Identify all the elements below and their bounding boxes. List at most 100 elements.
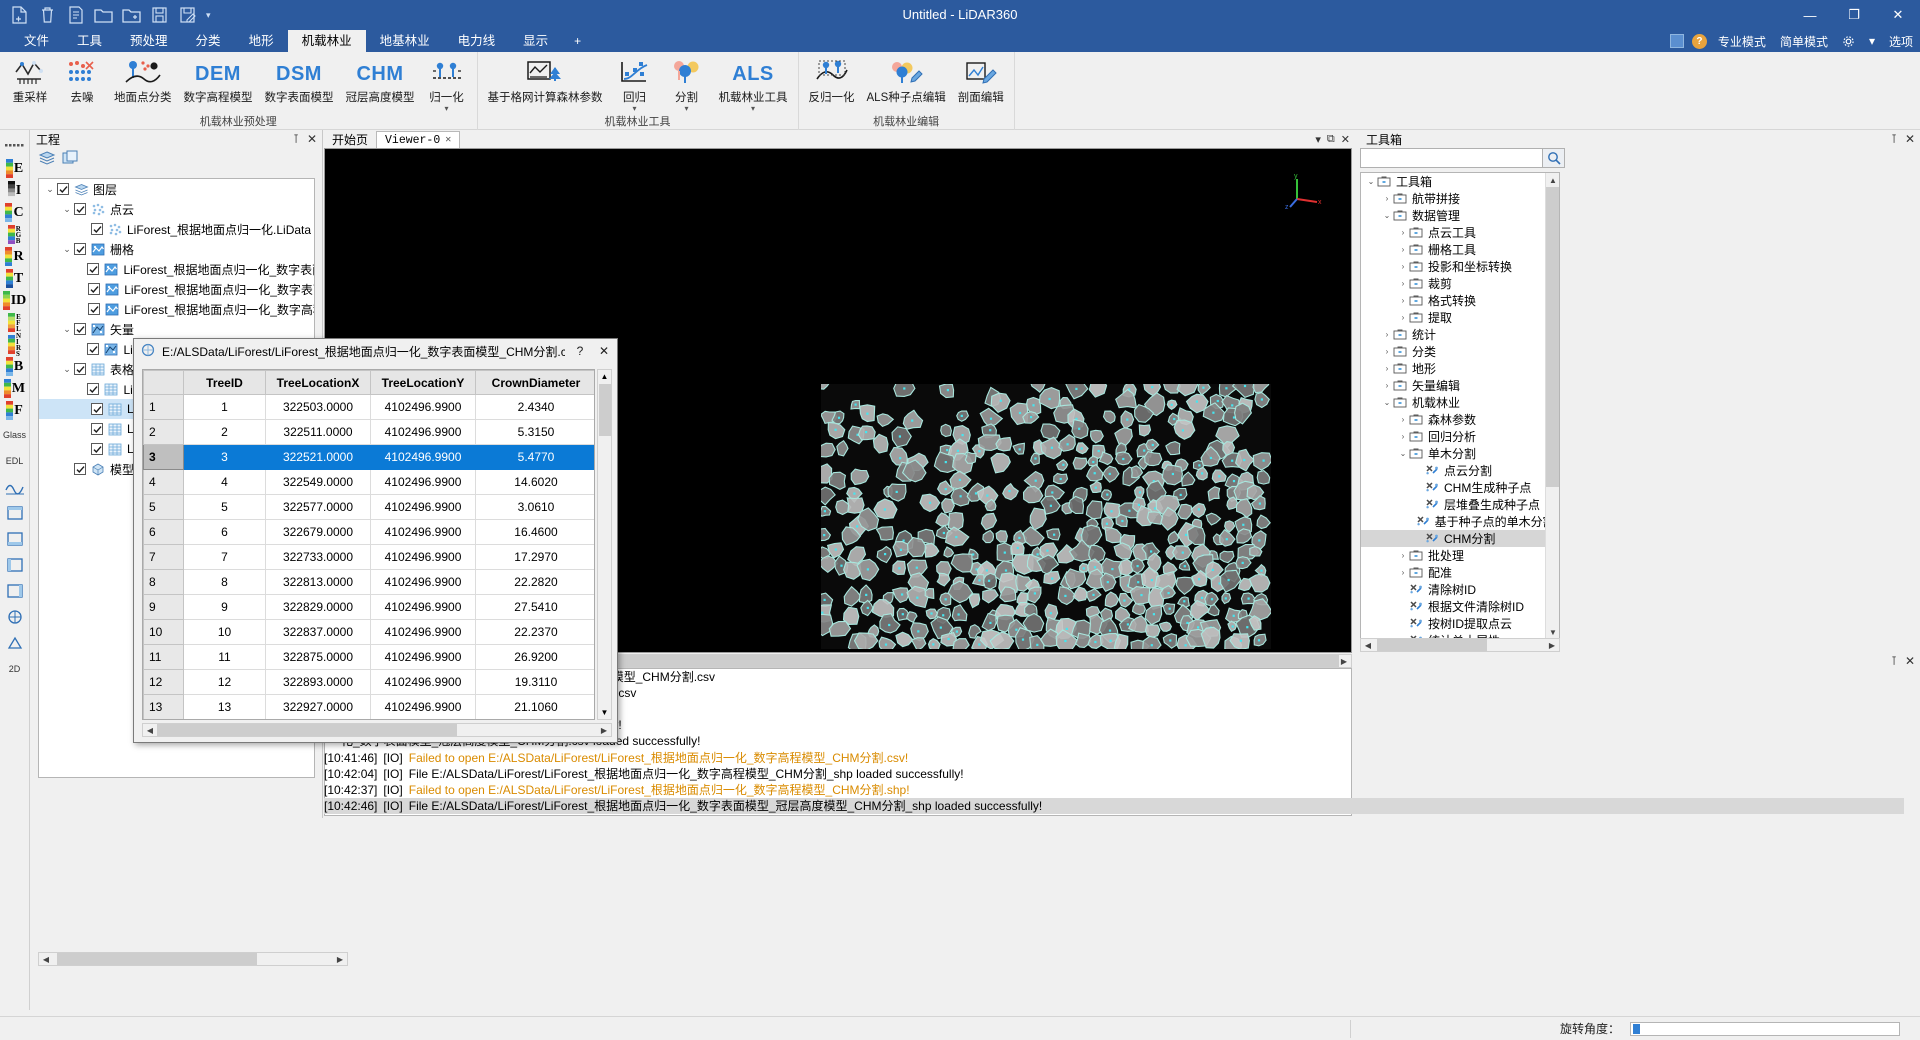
csv-table-row[interactable]: 7 7 322733.0000 4102496.9900 17.2970 <box>143 544 594 570</box>
ribbon-button-segmentation[interactable]: 分割 ▾ <box>661 55 713 115</box>
classification-ramp-icon[interactable]: C <box>1 202 29 223</box>
ribbon-button-resample[interactable]: 重采样 <box>4 55 56 115</box>
csv-cell-h[interactable]: 3.0610 <box>475 494 594 520</box>
chevron-right-icon[interactable]: › <box>1397 551 1409 560</box>
close-icon[interactable]: ✕ <box>445 134 451 146</box>
chevron-right-icon[interactable]: › <box>1397 432 1409 441</box>
layer-tree-item[interactable]: ›LiForest_根据地面点归一化.LiData <box>39 219 314 239</box>
csv-cell-y[interactable]: 4102496.9900 <box>370 519 476 545</box>
csv-table-body[interactable]: 1 1 322503.0000 4102496.9900 2.4340 2 2 322511.… <box>143 394 596 721</box>
scroll-right-icon[interactable]: ▶ <box>1545 639 1559 651</box>
toolbox-tree-item[interactable]: › 格式转换 <box>1361 292 1545 309</box>
close-icon[interactable]: ✕ <box>304 132 320 146</box>
help-icon[interactable]: ? <box>1691 33 1707 49</box>
license-badge-icon[interactable] <box>1669 34 1684 48</box>
pin-icon[interactable]: ⊺ <box>288 132 304 146</box>
chevron-right-icon[interactable]: › <box>1397 415 1409 424</box>
simple-mode-button[interactable]: 简单模式 <box>1777 33 1831 50</box>
chevron-down-icon[interactable]: ▾ <box>444 105 448 113</box>
csv-table-row[interactable]: 1414322945.00004102496.990037.1340 <box>144 720 596 721</box>
ribbon-button-dem[interactable]: DEM 数字高程模型 <box>178 55 259 115</box>
toolbox-tree-item[interactable]: ⌄ 机载林业 <box>1361 394 1545 411</box>
glass-label[interactable]: Glass <box>1 422 29 447</box>
chevron-down-icon[interactable]: ⌄ <box>60 204 74 215</box>
edit-file-icon[interactable] <box>62 3 88 27</box>
tab-close-icon[interactable]: ✕ <box>1341 133 1350 146</box>
toolbox-tree-item[interactable]: ›根据文件清除树ID <box>1361 598 1545 615</box>
scroll-track[interactable] <box>157 724 597 736</box>
menu-add-tab-button[interactable]: + <box>562 30 593 52</box>
toolbox-tree-item[interactable]: › 森林参数 <box>1361 411 1545 428</box>
toolbox-tree-item[interactable]: ⌄ 数据管理 <box>1361 207 1545 224</box>
csv-vscrollbar[interactable]: ▲ ▼ <box>597 369 612 720</box>
close-button[interactable]: ✕ <box>1876 0 1920 30</box>
csv-column-header-4[interactable]: CrownDiameter <box>475 370 594 395</box>
csv-cell-y[interactable]: 4102496.9900 <box>370 419 476 445</box>
csv-cell-n[interactable]: 3 <box>143 444 184 470</box>
csv-hscrollbar[interactable]: ◀ ▶ <box>142 723 612 737</box>
layer-visibility-checkbox[interactable] <box>91 423 103 435</box>
csv-table-row[interactable]: 13 13 322927.0000 4102496.9900 21.1060 <box>143 694 594 719</box>
edl-label[interactable]: EDL <box>1 448 29 473</box>
csv-cell-n[interactable]: 9 <box>143 594 184 620</box>
ribbon-button-dsm[interactable]: DSM 数字表面模型 <box>259 55 340 115</box>
csv-cell-h[interactable]: 16.4600 <box>475 519 594 545</box>
csv-cell-y[interactable]: 4102496.9900 <box>370 544 476 570</box>
csv-table-row[interactable]: 9 9 322829.0000 4102496.9900 27.5410 <box>143 594 594 620</box>
elevation-ramp-icon[interactable]: E <box>1 158 29 179</box>
search-icon[interactable] <box>1543 148 1565 168</box>
close-icon[interactable]: ✕ <box>595 344 613 358</box>
layer-tree-item[interactable]: ⌄ 矢量 <box>39 319 314 339</box>
csv-cell-x[interactable]: 322893.0000 <box>265 669 371 695</box>
ribbon-button-als-seed-edit[interactable]: ALS种子点编辑 <box>861 55 952 115</box>
csv-cell-x[interactable]: 322733.0000 <box>265 544 371 570</box>
csv-cell-x[interactable]: 322875.0000 <box>265 644 371 670</box>
view-left-icon[interactable] <box>1 552 29 577</box>
layer-tree-item[interactable]: ›LiForest_根据地面点归一化_数字表面模型_冠层 <box>39 259 314 279</box>
toolbox-tree-item[interactable]: › 裁剪 <box>1361 275 1545 292</box>
viewer-tab-0[interactable]: 开始页 <box>324 131 377 148</box>
csv-table[interactable]: TreeID TreeLocationX TreeLocationY CrownDia… <box>143 370 596 721</box>
layer-tree-item[interactable]: ›LiForest_根据地面点归一化_数字高程模型.tif <box>39 299 314 319</box>
id-ramp-icon[interactable]: ID <box>1 290 29 311</box>
layer-visibility-checkbox[interactable] <box>87 343 100 355</box>
layer-stack-icon[interactable] <box>38 150 56 169</box>
chevron-down-icon[interactable]: ⌄ <box>1365 177 1377 186</box>
csv-cell-y[interactable]: 4102496.9900 <box>370 394 476 420</box>
csv-cell-x[interactable]: 322829.0000 <box>265 594 371 620</box>
csv-cell-id[interactable]: 1 <box>183 394 266 420</box>
csv-cell-y[interactable]: 4102496.9900 <box>370 569 476 595</box>
csv-cell-x[interactable]: 322945.0000 <box>266 720 371 721</box>
csv-cell-id[interactable]: 7 <box>183 544 266 570</box>
layer-tree-item[interactable]: ⌄ 栅格 <box>39 239 314 259</box>
scroll-left-icon[interactable]: ◀ <box>39 953 53 965</box>
toolbox-tree-item[interactable]: › 栅格工具 <box>1361 241 1545 258</box>
quick-access-dropdown-icon[interactable]: ▾ <box>202 10 215 21</box>
toolbox-tree-item[interactable]: › 地形 <box>1361 360 1545 377</box>
scroll-right-icon[interactable]: ▶ <box>597 724 611 736</box>
csv-cell-h[interactable]: 37.1340 <box>476 720 596 721</box>
layer-tree-item[interactable]: ⌄ 点云 <box>39 199 314 219</box>
csv-table-row[interactable]: 6 6 322679.0000 4102496.9900 16.4600 <box>143 519 594 545</box>
scroll-left-icon[interactable]: ◀ <box>143 724 157 736</box>
maximize-button[interactable]: ❐ <box>1832 0 1876 30</box>
csv-table-row[interactable]: 8 8 322813.0000 4102496.9900 22.2820 <box>143 569 594 595</box>
new-file-icon[interactable] <box>6 3 32 27</box>
toolbox-tree-item[interactable]: ›层堆叠生成种子点 <box>1361 496 1545 513</box>
layer-visibility-checkbox[interactable] <box>74 243 86 255</box>
mixed-ramp-icon[interactable]: M <box>1 378 29 399</box>
ribbon-button-profile-edit[interactable]: 剖面编辑 <box>952 55 1010 115</box>
pin-icon[interactable]: ⊺ <box>1886 132 1902 146</box>
csv-cell-h[interactable]: 27.5410 <box>475 594 594 620</box>
chevron-down-icon[interactable]: ⌄ <box>1381 211 1393 220</box>
layer-visibility-checkbox[interactable] <box>91 403 103 415</box>
pin-icon[interactable]: ⊺ <box>1886 654 1902 668</box>
csv-cell-h[interactable]: 5.4770 <box>475 444 594 470</box>
csv-cell-n[interactable]: 11 <box>143 644 184 670</box>
ribbon-button-denormalize[interactable]: 反归一化 <box>803 55 861 115</box>
ribbon-button-chm[interactable]: CHM 冠层高度模型 <box>340 55 421 115</box>
nirs-ramp-icon[interactable]: NIRS <box>1 332 29 357</box>
ribbon-button-denoise[interactable]: 去噪 <box>56 55 108 115</box>
chevron-right-icon[interactable]: › <box>1397 296 1409 305</box>
wave-icon[interactable] <box>1 474 29 499</box>
